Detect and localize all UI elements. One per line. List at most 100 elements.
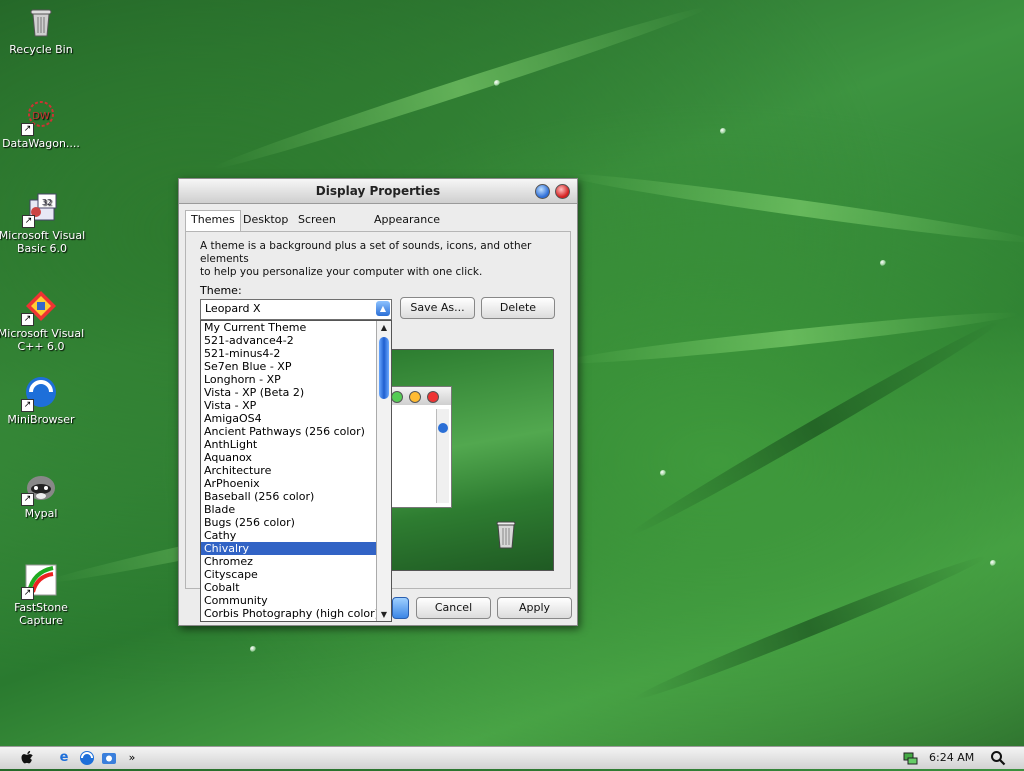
- theme-description: A theme is a background plus a set of so…: [200, 240, 560, 279]
- scroll-down-icon[interactable]: ▼: [377, 608, 391, 621]
- water-drop: [720, 128, 726, 134]
- preview-minimize-icon: [409, 391, 421, 403]
- datawagon-icon: DW ↗: [21, 98, 59, 136]
- theme-option[interactable]: Cathy: [201, 529, 376, 542]
- tab-desktop[interactable]: Desktop: [238, 211, 293, 229]
- ok-button[interactable]: [392, 597, 409, 619]
- apple-start-icon[interactable]: [20, 750, 36, 766]
- water-drop: [494, 80, 500, 86]
- close-button[interactable]: [555, 184, 570, 199]
- delete-button[interactable]: Delete: [481, 297, 555, 319]
- desktop-icon-visual-basic[interactable]: 32 ↗ Microsoft Visual Basic 6.0: [0, 190, 88, 255]
- tab-screen-saver[interactable]: Screen Saver: [293, 211, 341, 244]
- shortcut-arrow-icon: ↗: [21, 313, 34, 326]
- desktop-icon-label: Mypal: [24, 507, 58, 520]
- grass-blade: [630, 549, 990, 707]
- faststone-icon: ↗: [21, 562, 59, 600]
- theme-option[interactable]: Vista - XP: [201, 399, 376, 412]
- desktop-icon-minibrowser[interactable]: ↗ MiniBrowser: [0, 374, 86, 426]
- svg-text:DW: DW: [32, 111, 50, 122]
- svg-text:32: 32: [42, 198, 52, 207]
- theme-option[interactable]: 521-minus4-2: [201, 347, 376, 360]
- preview-recycle-bin-icon: [493, 520, 519, 550]
- description-line: to help you personalize your computer wi…: [200, 266, 483, 278]
- scroll-up-icon[interactable]: ▲: [377, 321, 391, 334]
- mypal-icon: ↗: [21, 468, 59, 506]
- tab-appearance[interactable]: Appearance: [369, 211, 445, 229]
- theme-option[interactable]: Baseball (256 color): [201, 490, 376, 503]
- theme-option[interactable]: Chromez: [201, 555, 376, 568]
- theme-option[interactable]: Chivalry: [201, 542, 376, 555]
- shortcut-arrow-icon: ↗: [21, 399, 34, 412]
- scroll-thumb[interactable]: [379, 337, 389, 399]
- quicklaunch-chevron[interactable]: »: [124, 750, 140, 766]
- grass-blade: [561, 166, 1024, 250]
- theme-option[interactable]: 521-advance4-2: [201, 334, 376, 347]
- dialog-titlebar[interactable]: Display Properties: [179, 179, 577, 204]
- theme-option[interactable]: Se7en Blue - XP: [201, 360, 376, 373]
- theme-select[interactable]: Leopard X ▲: [200, 299, 392, 320]
- grass-blade: [210, 0, 710, 176]
- theme-option[interactable]: Corbis Photography (high color): [201, 607, 379, 620]
- description-line: A theme is a background plus a set of so…: [200, 240, 532, 265]
- preview-scroll-thumb: [438, 423, 448, 433]
- internet-explorer-icon[interactable]: e: [56, 750, 72, 766]
- grass-blade: [560, 306, 1020, 370]
- desktop-icon-label: MiniBrowser: [7, 413, 75, 426]
- theme-label: Theme:: [200, 284, 242, 297]
- theme-option[interactable]: Longhorn - XP: [201, 373, 376, 386]
- minibrowser-icon: ↗: [21, 374, 59, 412]
- dropdown-arrow-icon[interactable]: ▲: [376, 301, 390, 316]
- desktop-icon-mypal[interactable]: ↗ Mypal: [0, 468, 86, 520]
- desktop-icon-label: Microsoft Visual C++ 6.0: [0, 327, 85, 353]
- visual-basic-icon: 32 ↗: [22, 190, 60, 228]
- outlook-express-icon[interactable]: [101, 750, 117, 766]
- water-drop: [880, 260, 886, 266]
- desktop-icon-datawagon[interactable]: DW ↗ DataWagon....: [0, 98, 86, 150]
- network-tray-icon[interactable]: [902, 750, 918, 766]
- theme-option[interactable]: Cityscape: [201, 568, 376, 581]
- help-button[interactable]: [535, 184, 550, 199]
- desktop-icon-recycle-bin[interactable]: Recycle Bin: [0, 4, 86, 56]
- preview-window: [386, 386, 452, 508]
- desktop-icon-label: Microsoft Visual Basic 6.0: [0, 229, 86, 255]
- clock[interactable]: 6:24 AM: [929, 751, 974, 764]
- desktop-icon-label: DataWagon....: [2, 137, 80, 150]
- dropdown-scrollbar[interactable]: ▲ ▼: [376, 321, 391, 621]
- theme-options: My Current Theme 521-advance4-2 521-minus4…: [201, 321, 379, 620]
- desktop-icon-label: Recycle Bin: [9, 43, 73, 56]
- save-as-button[interactable]: Save As...: [400, 297, 475, 319]
- water-drop: [990, 560, 996, 566]
- theme-dropdown-list[interactable]: My Current Theme 521-advance4-2 521-minus4…: [200, 320, 392, 622]
- theme-option[interactable]: My Current Theme: [201, 321, 376, 334]
- theme-option[interactable]: Cobalt: [201, 581, 376, 594]
- browser-quicklaunch-icon[interactable]: [79, 750, 95, 766]
- desktop-icon-faststone[interactable]: ↗ FastStone Capture: [0, 562, 86, 627]
- water-drop: [660, 470, 666, 476]
- apply-button[interactable]: Apply: [497, 597, 572, 619]
- desktop-icon-label: FastStone Capture: [14, 601, 68, 627]
- shortcut-arrow-icon: ↗: [22, 215, 35, 228]
- preview-scrollbar: [436, 409, 449, 503]
- theme-option[interactable]: AnthLight: [201, 438, 376, 451]
- theme-option[interactable]: Bugs (256 color): [201, 516, 376, 529]
- spotlight-search-icon[interactable]: [990, 750, 1006, 766]
- desktop-icon-visual-cpp[interactable]: ↗ Microsoft Visual C++ 6.0: [0, 288, 86, 353]
- theme-option[interactable]: AmigaOS4: [201, 412, 376, 425]
- cancel-button[interactable]: Cancel: [416, 597, 491, 619]
- theme-option[interactable]: Blade: [201, 503, 376, 516]
- theme-option[interactable]: Architecture: [201, 464, 376, 477]
- preview-close-icon: [427, 391, 439, 403]
- visual-cpp-icon: ↗: [21, 288, 59, 326]
- theme-option[interactable]: Aquanox: [201, 451, 376, 464]
- theme-option[interactable]: ArPhoenix: [201, 477, 376, 490]
- water-drop: [250, 646, 256, 652]
- preview-zoom-icon: [391, 391, 403, 403]
- theme-option[interactable]: Community: [201, 594, 376, 607]
- theme-option[interactable]: Ancient Pathways (256 color): [201, 425, 376, 438]
- shortcut-arrow-icon: ↗: [21, 587, 34, 600]
- tab-themes[interactable]: Themes: [185, 210, 241, 231]
- preview-window-titlebar: [387, 387, 451, 405]
- taskbar: e » 6:24 AM: [0, 746, 1024, 769]
- theme-option[interactable]: Vista - XP (Beta 2): [201, 386, 376, 399]
